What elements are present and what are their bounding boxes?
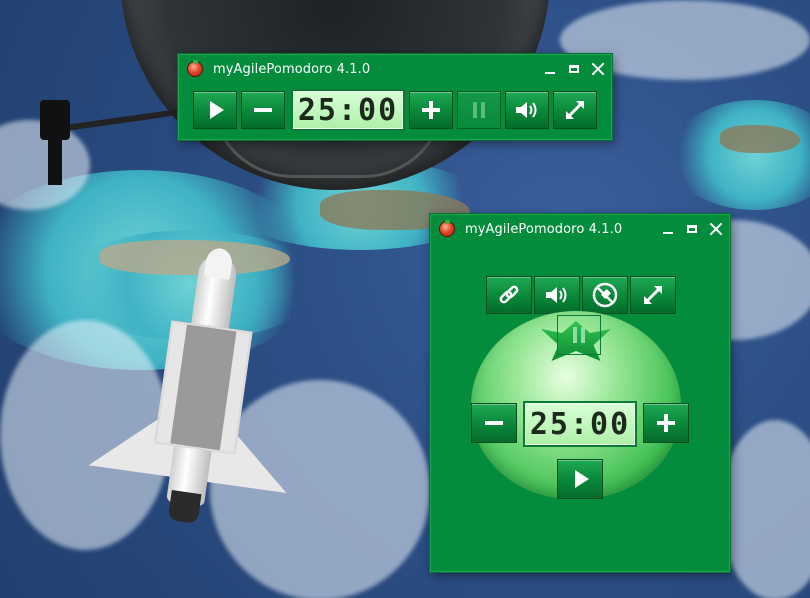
pause-icon [473,102,485,118]
pause-button[interactable] [457,91,501,129]
minimize-button[interactable] [539,58,561,80]
close-button[interactable] [705,218,727,240]
maximize-button[interactable] [681,218,703,240]
pause-icon [573,327,585,343]
link-icon [499,285,519,304]
close-button[interactable] [587,58,609,80]
play-icon [210,101,224,119]
pin-off-icon [592,282,618,308]
expand-arrows-icon [644,286,662,304]
link-button[interactable] [486,276,532,314]
speaker-icon [546,287,567,303]
tomato-icon [439,220,455,237]
window-title: myAgilePomodoro 4.1.0 [213,61,371,77]
maximize-icon [569,65,579,73]
minimize-icon [663,232,673,234]
title-bar[interactable]: myAgilePomodoro 4.1.0 [431,215,729,243]
minimize-button[interactable] [657,218,679,240]
close-icon [591,62,605,76]
unpin-button[interactable] [582,276,628,314]
minus-icon [485,421,503,425]
close-icon [709,222,723,236]
timer-display: 25:00 [523,401,637,447]
compact-pomodoro-window: myAgilePomodoro 4.1.0 25:00 [178,54,612,140]
plus-icon [422,101,440,119]
start-button[interactable] [557,459,603,499]
sound-button[interactable] [534,276,580,314]
maximize-button[interactable] [563,58,585,80]
start-button[interactable] [193,91,237,129]
expand-button[interactable] [630,276,676,314]
decrease-time-button[interactable] [471,403,517,443]
timer-display: 25:00 [291,89,405,131]
minus-icon [254,108,272,112]
tomato-icon [187,60,203,77]
play-icon [575,470,589,488]
maximize-icon [687,225,697,233]
decrease-time-button[interactable] [241,91,285,129]
expand-button[interactable] [553,91,597,129]
window-title: myAgilePomodoro 4.1.0 [465,221,623,237]
plus-icon [657,414,675,432]
increase-time-button[interactable] [643,403,689,443]
sound-button[interactable] [505,91,549,129]
minimize-icon [545,72,555,74]
title-bar[interactable]: myAgilePomodoro 4.1.0 [179,55,611,83]
increase-time-button[interactable] [409,91,453,129]
speaker-icon [516,102,537,118]
full-pomodoro-window: myAgilePomodoro 4.1.0 25:00 [430,214,730,572]
expand-arrows-icon [566,101,584,119]
pause-button[interactable] [557,315,601,355]
